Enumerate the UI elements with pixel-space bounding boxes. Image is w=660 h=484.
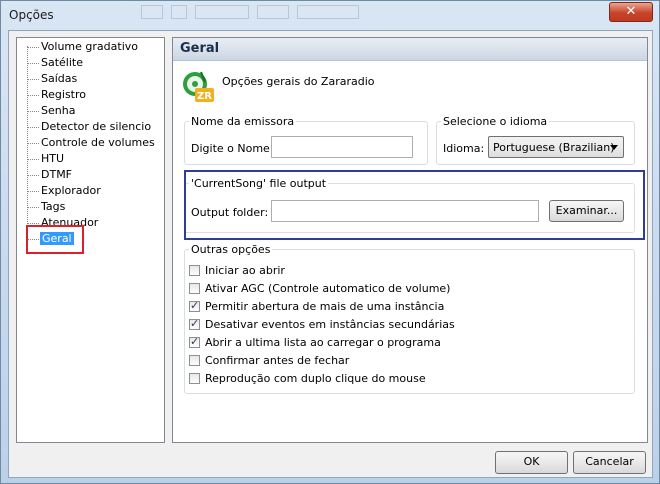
checkbox-unchecked[interactable] (189, 265, 200, 276)
checkbox-checked[interactable] (189, 335, 200, 348)
option-label: Confirmar antes de fechar (205, 354, 350, 367)
highlight-currentsong-annotation (184, 170, 645, 240)
tree-item-label: Saídas (41, 72, 78, 85)
option-label: Reprodução com duplo clique do mouse (205, 372, 426, 385)
tree-connector (27, 63, 39, 64)
tree-connector (27, 223, 39, 224)
close-button[interactable]: ✕ (609, 2, 653, 22)
checkbox-checked[interactable] (189, 317, 200, 330)
tree-connector (27, 79, 39, 80)
tree-connector (27, 95, 39, 96)
dialog-client-area: Volume gradativo Satélite Saídas Registro Se… (8, 30, 653, 478)
tree-item-label: Tags (41, 200, 66, 213)
chevron-down-icon (610, 145, 618, 150)
window-title: Opções (9, 8, 54, 22)
checkbox-unchecked[interactable] (189, 355, 200, 366)
language-legend: Selecione o idioma (443, 115, 548, 128)
option-label: Abrir a ultima lista ao carregar o progr… (205, 336, 441, 349)
background-window-ghost (141, 5, 441, 21)
tree-connector (27, 127, 39, 128)
checkbox-unchecked[interactable] (189, 373, 200, 384)
other-options-legend: Outras opções (191, 243, 271, 256)
tree-connector (27, 143, 39, 144)
option-label: Iniciar ao abrir (205, 264, 285, 277)
panel-subtitle: Opções gerais do Zararadio (222, 75, 375, 88)
checkbox-checked[interactable] (189, 299, 200, 312)
svg-text:ZR: ZR (197, 91, 212, 102)
tree-connector (27, 159, 39, 160)
tree-connector (27, 175, 39, 176)
zararadio-logo-icon: ZR (183, 71, 214, 102)
tree-connector (27, 191, 39, 192)
tree-item-label: Satélite (41, 56, 83, 69)
panel-header: Geral (173, 38, 647, 61)
title-bar[interactable]: Opções ✕ (1, 1, 659, 29)
station-name-legend: Nome da emissora (191, 115, 295, 128)
tree-item-label: Controle de volumes (41, 136, 155, 149)
language-label: Idioma: (443, 142, 485, 155)
tree-item-label: Detector de silencio (41, 120, 152, 133)
language-select-value: Portuguese (Brazilian) (493, 141, 615, 154)
settings-panel: Geral ZR Opções gerais do Zararadio Nome… (172, 37, 648, 443)
tree-item-label: HTU (41, 152, 65, 165)
panel-title: Geral (180, 41, 220, 56)
station-name-input[interactable] (271, 136, 413, 158)
station-name-label: Digite o Nome: (191, 142, 274, 155)
options-dialog: Opções ✕ Volume gradativo Satélite Saídas R… (0, 0, 660, 484)
tree-item-label: Registro (41, 88, 87, 101)
checkbox-unchecked[interactable] (189, 283, 200, 294)
ok-button[interactable]: OK (495, 451, 568, 474)
option-label: Ativar AGC (Controle automatico de volum… (205, 282, 451, 295)
tree-item-label: Volume gradativo (41, 40, 138, 53)
tree-connector (27, 47, 39, 48)
tree-item-label: DTMF (41, 168, 73, 181)
tree-connector (27, 207, 39, 208)
tree-connector (27, 111, 39, 112)
tree-item-label: Senha (41, 104, 76, 117)
option-label: Permitir abertura de mais de uma instânc… (205, 300, 445, 313)
tree-item-label: Explorador (41, 184, 101, 197)
option-label: Desativar eventos em instâncias secundár… (205, 318, 455, 331)
highlight-geral-annotation (26, 225, 84, 254)
language-select[interactable]: Portuguese (Brazilian) (488, 136, 624, 158)
cancel-button[interactable]: Cancelar (573, 451, 646, 474)
